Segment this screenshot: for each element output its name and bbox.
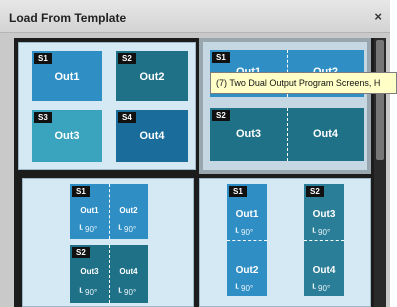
screen-s2: S2 Out3 ┖ 90° Out4 ┖ 90° — [304, 184, 344, 296]
rotate-90-icon: ┖ 90° — [311, 284, 331, 293]
template-tile-two-dual-stacked-rotated[interactable]: S1 Out1 ┖ 90° Out2 ┖ 90° S2 Out3 ┖ 90° O… — [199, 178, 371, 307]
screen-s4: S4 Out4 — [116, 110, 188, 162]
scrollbar-thumb[interactable] — [376, 40, 384, 160]
output-label: Out4 — [119, 267, 138, 276]
screen-s2: S2 Out3 Out4 — [210, 108, 364, 161]
output-label: Out4 — [312, 128, 339, 140]
screen-s2: S2 Out3 Out4 ┖ 90° ┖ 90° — [70, 245, 148, 303]
screen-badge: S2 — [72, 247, 90, 258]
screen-badge: S2 — [306, 186, 324, 197]
screen-s1: S1 Out1 — [32, 51, 102, 101]
template-tile-two-dual-vertical-rotated[interactable]: S1 Out1 Out2 ┖ 90° ┖ 90° S2 Out3 Out4 ┖ … — [22, 178, 194, 307]
dialog-titlebar: Load From Template × — [0, 0, 390, 33]
template-tile-four-screens[interactable]: S1 Out1 S2 Out2 S3 Out3 S4 Out4 — [18, 42, 196, 170]
split-divider — [227, 240, 267, 241]
output-label: Out3 — [80, 267, 99, 276]
close-icon[interactable]: × — [374, 9, 382, 24]
output-label: Out2 — [235, 265, 259, 276]
rotate-90-icon: ┖ 90° — [78, 288, 98, 297]
screen-badge: S1 — [34, 53, 52, 64]
dialog-title: Load From Template — [9, 11, 127, 25]
screen-badge: S1 — [229, 186, 247, 197]
rotate-90-icon: ┖ 90° — [78, 225, 98, 234]
split-divider — [304, 240, 344, 241]
output-label: Out1 — [235, 209, 259, 220]
screen-badge: S1 — [212, 52, 230, 63]
output-label: Out4 — [139, 130, 165, 142]
rotate-90-icon: ┖ 90° — [117, 288, 137, 297]
output-label: Out3 — [235, 128, 262, 140]
rotate-90-icon: ┖ 90° — [117, 225, 137, 234]
screen-s2: S2 Out2 — [116, 51, 188, 101]
screen-s3: S3 Out3 — [32, 110, 102, 162]
output-label: Out1 — [54, 71, 80, 83]
template-tile-two-dual-horizontal[interactable]: S1 Out1 Out2 S2 Out3 Out4 — [199, 38, 371, 174]
load-template-dialog: Load From Template × S1 Out1 S2 Out2 S3 … — [0, 0, 390, 307]
screen-badge: S2 — [118, 53, 136, 64]
output-label: Out1 — [80, 206, 99, 215]
rotate-90-icon: ┖ 90° — [311, 228, 331, 237]
screen-s1: S1 Out1 Out2 ┖ 90° ┖ 90° — [70, 184, 148, 239]
output-label: Out3 — [312, 209, 336, 220]
output-label: Out4 — [312, 265, 336, 276]
screen-s1: S1 Out1 ┖ 90° Out2 ┖ 90° — [227, 184, 267, 296]
screen-badge: S4 — [118, 112, 136, 123]
output-label: Out2 — [139, 71, 165, 83]
rotate-90-icon: ┖ 90° — [234, 284, 254, 293]
screen-badge: S1 — [72, 186, 90, 197]
template-tooltip: (7) Two Dual Output Program Screens, H — [210, 72, 397, 94]
rotate-90-icon: ┖ 90° — [234, 228, 254, 237]
output-label: Out3 — [54, 130, 80, 142]
output-label: Out2 — [119, 206, 138, 215]
screen-badge: S2 — [212, 110, 230, 121]
screen-badge: S3 — [34, 112, 52, 123]
